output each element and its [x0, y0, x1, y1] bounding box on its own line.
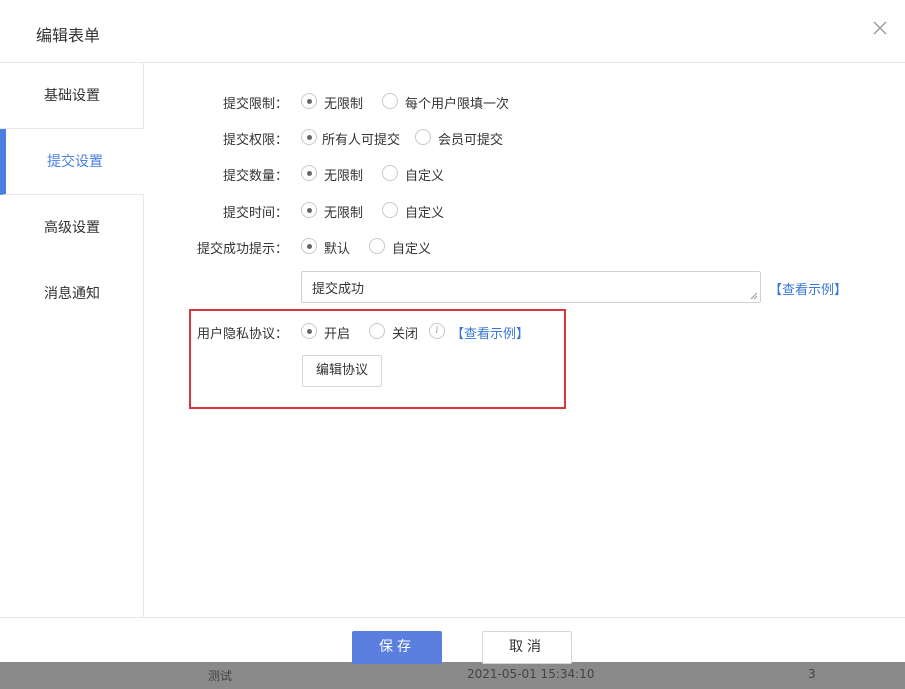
- privacy-example-link[interactable]: 【查看示例】: [451, 323, 529, 342]
- submit-count-label: 提交数量：: [222, 169, 288, 184]
- sidebar-item-advanced[interactable]: 高级设置: [0, 195, 144, 261]
- dialog-title: 编辑表单: [36, 26, 101, 45]
- submit-time-radio-unlimited[interactable]: [301, 202, 317, 218]
- privacy-option-off[interactable]: 关闭: [392, 323, 418, 342]
- success-tip-row: 提交成功提示： 默认 自定义: [145, 236, 845, 257]
- submit-limit-option-once[interactable]: 每个用户限填一次: [405, 93, 509, 112]
- submit-time-option-unlimited[interactable]: 无限制: [324, 202, 363, 221]
- settings-sidebar: 基础设置 提交设置 高级设置 消息通知: [0, 63, 144, 617]
- privacy-label: 用户隐私协议：: [196, 327, 288, 342]
- submit-limit-radio-unlimited[interactable]: [301, 93, 317, 109]
- success-tip-option-default[interactable]: 默认: [324, 238, 350, 257]
- submit-time-label: 提交时间：: [222, 206, 288, 221]
- success-tip-textarea[interactable]: 提交成功: [301, 271, 761, 303]
- background-row-count: 3: [808, 667, 816, 681]
- submit-time-row: 提交时间： 无限制 自定义: [145, 200, 845, 221]
- submit-limit-label: 提交限制：: [222, 97, 288, 112]
- submit-limit-option-unlimited[interactable]: 无限制: [324, 93, 363, 112]
- edit-form-dialog: 编辑表单 基础设置 提交设置 高级设置 消息通知 提交限制： 无限制 每个用户限…: [0, 0, 905, 664]
- resize-handle-icon[interactable]: [750, 292, 758, 300]
- info-icon[interactable]: i: [429, 323, 445, 339]
- save-button[interactable]: 保存: [352, 631, 442, 664]
- dialog-header: 编辑表单: [0, 0, 905, 63]
- sidebar-item-notification[interactable]: 消息通知: [0, 261, 144, 327]
- submit-permission-row: 提交权限： 所有人可提交 会员可提交: [145, 127, 845, 148]
- submit-settings-panel: 提交限制： 无限制 每个用户限填一次 提交权限： 所有人可提交 会员可提交 提交…: [145, 63, 905, 617]
- submit-count-row: 提交数量： 无限制 自定义: [145, 163, 845, 184]
- success-tip-radio-default[interactable]: [301, 238, 317, 254]
- success-tip-example-link[interactable]: 【查看示例】: [769, 279, 847, 298]
- background-row-name: 测试: [208, 669, 233, 683]
- sidebar-item-basic[interactable]: 基础设置: [0, 63, 144, 129]
- edit-agreement-button[interactable]: 编辑协议: [302, 355, 382, 387]
- submit-permission-radio-all[interactable]: [301, 129, 317, 145]
- submit-limit-radio-once[interactable]: [382, 93, 398, 109]
- success-tip-text: 提交成功: [312, 282, 365, 297]
- dialog-footer: 保存 取消: [0, 617, 905, 664]
- cancel-button[interactable]: 取消: [482, 631, 572, 664]
- submit-time-radio-custom[interactable]: [382, 202, 398, 218]
- success-tip-label: 提交成功提示：: [196, 242, 288, 257]
- submit-count-option-custom[interactable]: 自定义: [405, 165, 444, 184]
- submit-count-option-unlimited[interactable]: 无限制: [324, 165, 363, 184]
- privacy-option-on[interactable]: 开启: [324, 323, 350, 342]
- privacy-row: 用户隐私协议： 开启 关闭 i 【查看示例】: [145, 321, 845, 342]
- submit-permission-label: 提交权限：: [222, 133, 288, 148]
- success-tip-option-custom[interactable]: 自定义: [392, 238, 431, 257]
- submit-permission-option-all[interactable]: 所有人可提交: [322, 129, 400, 148]
- sidebar-item-submit[interactable]: 提交设置: [0, 129, 144, 195]
- background-table-row: 测试 2021-05-01 15:34:10 3: [0, 662, 905, 689]
- submit-limit-row: 提交限制： 无限制 每个用户限填一次: [145, 91, 845, 112]
- background-row-time: 2021-05-01 15:34:10: [467, 667, 595, 681]
- close-icon[interactable]: [869, 17, 891, 39]
- submit-time-option-custom[interactable]: 自定义: [405, 202, 444, 221]
- privacy-radio-on[interactable]: [301, 323, 317, 339]
- submit-permission-radio-member[interactable]: [415, 129, 431, 145]
- submit-permission-option-member[interactable]: 会员可提交: [438, 129, 503, 148]
- submit-count-radio-unlimited[interactable]: [301, 165, 317, 181]
- privacy-radio-off[interactable]: [369, 323, 385, 339]
- success-tip-radio-custom[interactable]: [369, 238, 385, 254]
- submit-count-radio-custom[interactable]: [382, 165, 398, 181]
